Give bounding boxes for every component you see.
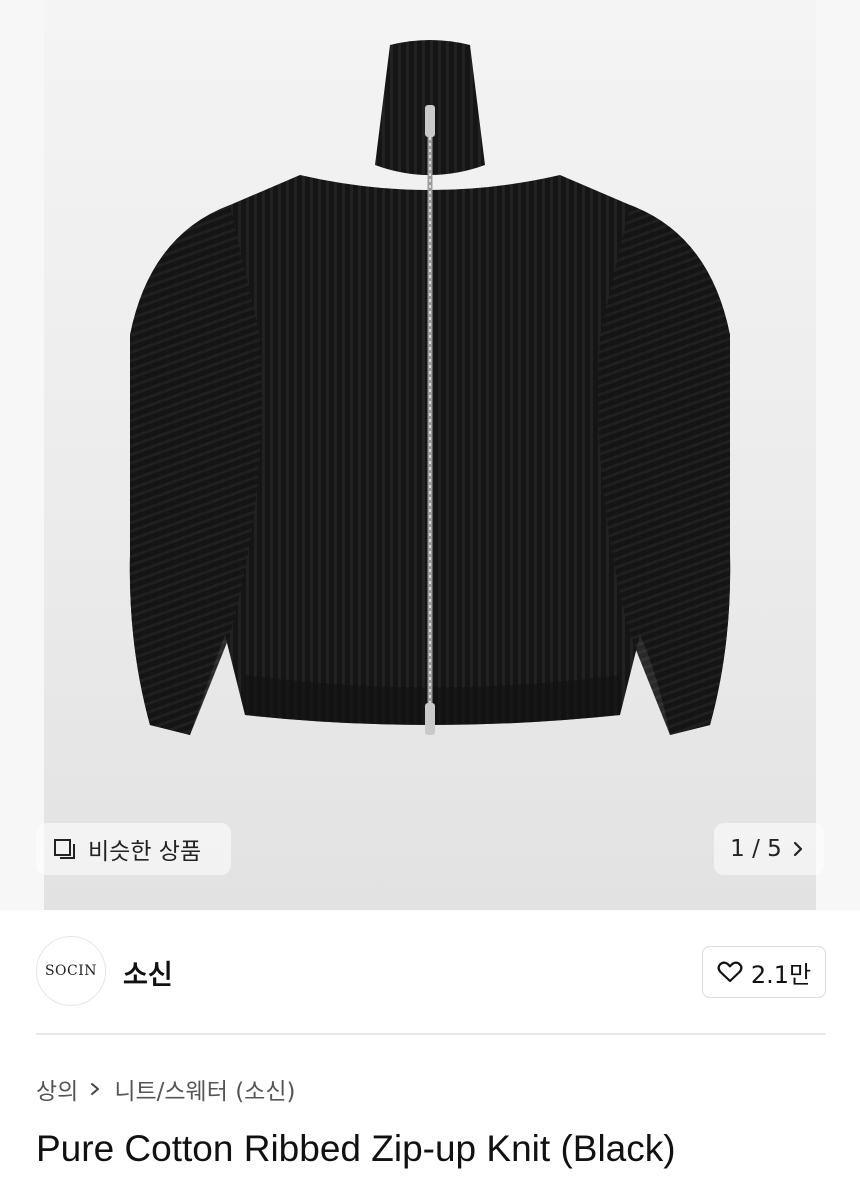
breadcrumb: 상의 니트/스웨터 (소신): [36, 1072, 295, 1106]
like-button[interactable]: 2.1만: [702, 946, 826, 998]
gallery-edge: [816, 0, 860, 910]
product-image: [129, 40, 731, 735]
similar-products-label: 비슷한 상품: [88, 839, 202, 865]
product-gallery[interactable]: 비슷한 상품 1 / 5: [0, 0, 860, 910]
chevron-right-icon: [88, 1081, 104, 1097]
heart-icon: [717, 958, 745, 986]
pager-label: 1 / 5: [730, 836, 782, 862]
image-pager[interactable]: 1 / 5: [714, 823, 824, 875]
chevron-right-icon: [790, 840, 808, 858]
gallery-edge: [0, 0, 44, 910]
brand-row: SOCIN 소신 2.1만: [36, 936, 826, 1006]
like-count: 2.1만: [750, 960, 812, 989]
breadcrumb-item-top[interactable]: 상의: [36, 1072, 78, 1106]
copy-icon: [52, 836, 78, 862]
product-title: Pure Cotton Ribbed Zip-up Knit (Black): [36, 1128, 676, 1169]
divider: [36, 1033, 826, 1035]
brand-name[interactable]: 소신: [123, 953, 173, 992]
breadcrumb-item-knit[interactable]: 니트/스웨터 (소신): [114, 1072, 295, 1106]
brand-logo[interactable]: SOCIN: [36, 936, 106, 1006]
similar-products-button[interactable]: 비슷한 상품: [36, 823, 231, 875]
